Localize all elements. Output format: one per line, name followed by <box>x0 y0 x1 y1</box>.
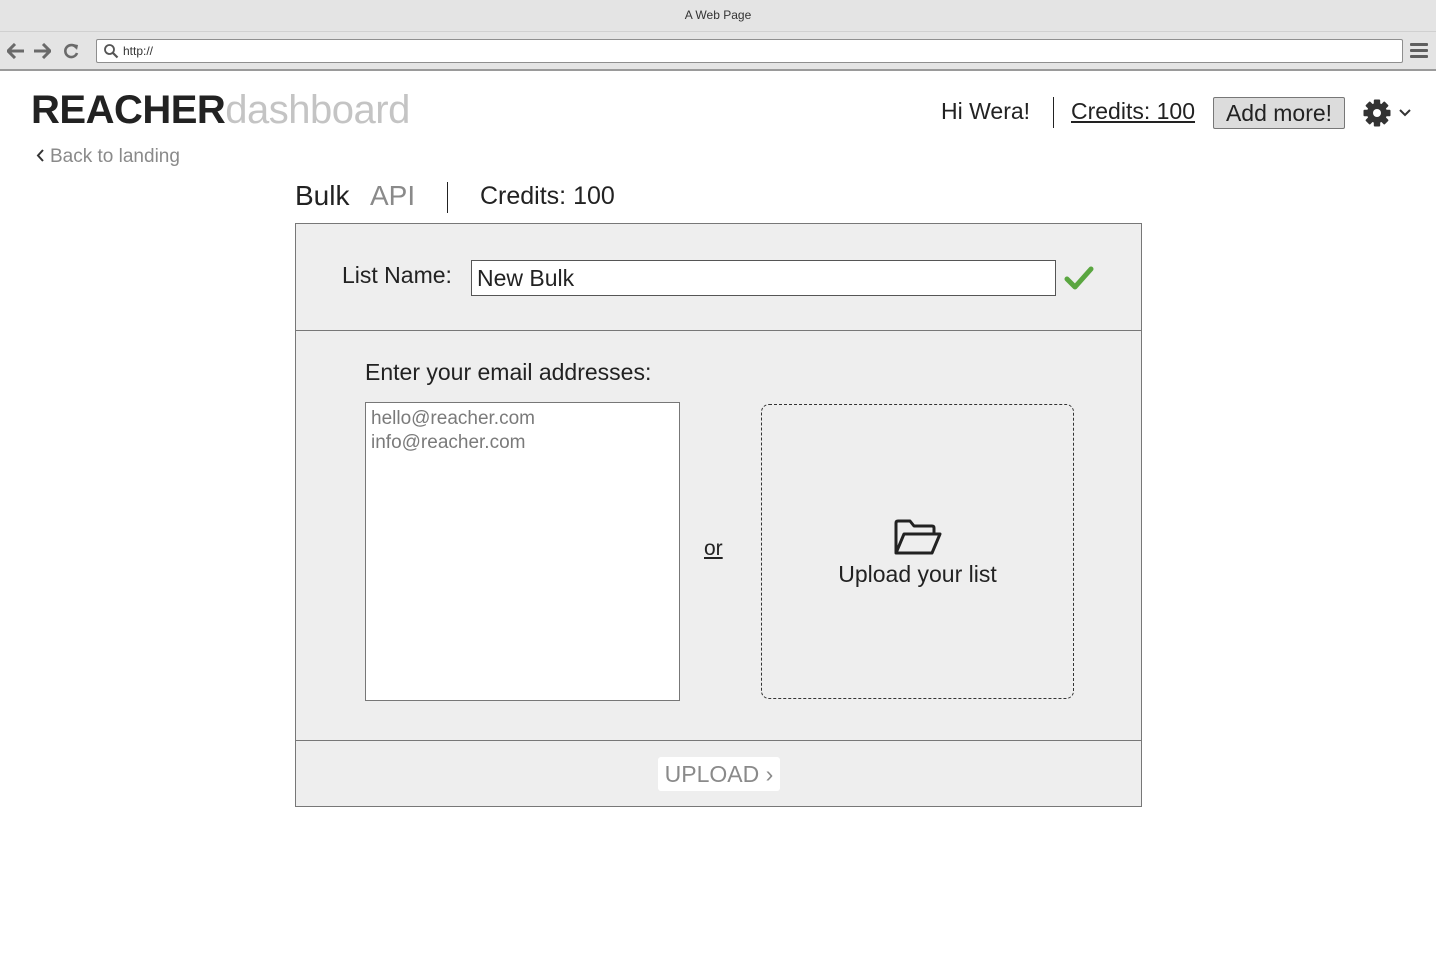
chevron-down-icon <box>1399 109 1411 117</box>
folder-open-icon <box>894 519 942 555</box>
gear-icon <box>1363 99 1391 127</box>
emails-label: Enter your email addresses: <box>365 359 652 385</box>
list-name-label: List Name: <box>342 262 452 288</box>
reload-icon[interactable] <box>60 40 82 62</box>
tab-divider <box>447 182 448 213</box>
add-more-button[interactable]: Add more! <box>1213 97 1345 129</box>
tab-api[interactable]: API <box>370 180 415 212</box>
chevron-left-icon <box>36 146 50 168</box>
brand-logo: REACHERdashboard <box>31 88 410 133</box>
forward-arrow-icon[interactable] <box>31 40 53 62</box>
user-greeting: Hi Wera! <box>941 98 1031 124</box>
upload-list-label: Upload your list <box>838 561 997 587</box>
settings-menu[interactable] <box>1362 98 1414 128</box>
browser-toolbar <box>0 32 1436 71</box>
brand-secondary: dashboard <box>225 88 410 132</box>
bulk-upload-card: List Name: Enter your email addresses: h… <box>295 223 1142 807</box>
back-arrow-icon[interactable] <box>5 40 27 62</box>
emails-textarea[interactable]: hello@reacher.com info@reacher.com <box>365 402 680 701</box>
list-name-section: List Name: <box>296 224 1141 331</box>
back-to-landing-link[interactable]: Back to landing <box>36 146 180 168</box>
header-credits-link[interactable]: Credits: 100 <box>1071 98 1195 125</box>
url-input[interactable] <box>123 41 1393 61</box>
credits-count: Credits: 100 <box>480 182 615 210</box>
upload-section: UPLOAD › <box>296 741 1141 806</box>
hamburger-icon[interactable] <box>1410 43 1428 59</box>
upload-button[interactable]: UPLOAD › <box>658 757 780 791</box>
tab-bulk[interactable]: Bulk <box>295 180 349 212</box>
emails-section: Enter your email addresses: hello@reache… <box>296 331 1141 741</box>
url-bar[interactable] <box>96 39 1403 63</box>
list-name-input[interactable] <box>471 260 1056 296</box>
back-link-label: Back to landing <box>50 146 180 167</box>
or-link[interactable]: or <box>704 537 723 561</box>
upload-dropzone[interactable]: Upload your list <box>761 404 1074 699</box>
checkmark-icon <box>1064 266 1094 290</box>
brand-primary: REACHER <box>31 88 226 132</box>
window-title: A Web Page <box>0 0 1436 32</box>
search-icon <box>104 44 119 59</box>
header-divider <box>1053 97 1054 128</box>
